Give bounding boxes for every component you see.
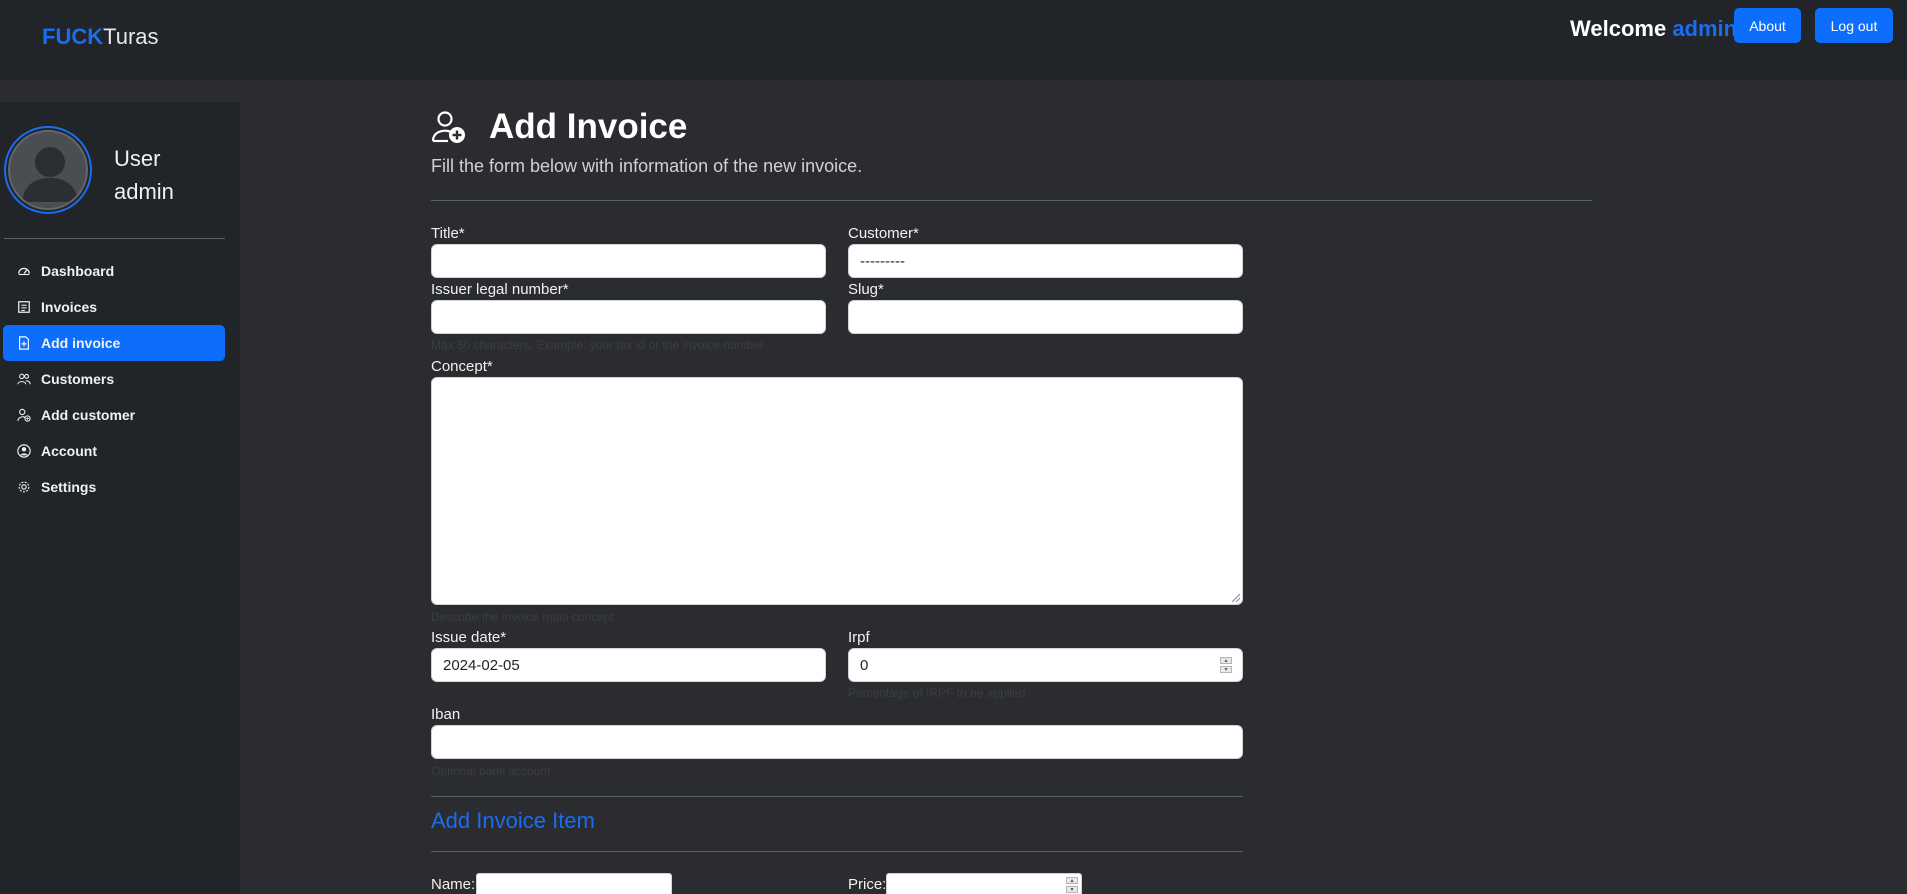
customer-select[interactable]: --------- — [848, 244, 1243, 278]
sidebar-item-label: Settings — [41, 479, 97, 495]
header-divider — [431, 200, 1592, 201]
sidebar-item-label: Add invoice — [41, 335, 121, 351]
gear-icon — [17, 480, 31, 494]
issuer-legal-number-input[interactable] — [431, 300, 826, 334]
person-add-icon — [431, 111, 465, 143]
item-price-input[interactable]: ▴ ▾ — [886, 873, 1082, 894]
sidebar-item-label: Account — [41, 443, 97, 459]
issue-date-label: Issue date* — [431, 629, 507, 646]
item-name-input[interactable] — [476, 873, 672, 894]
welcome-text: Welcome — [1570, 16, 1667, 41]
section-divider-top — [431, 796, 1243, 797]
brand-logo[interactable]: FUCKTuras — [42, 24, 159, 50]
price-spinner[interactable]: ▴ ▾ — [1066, 877, 1078, 894]
irpf-value: 0 — [860, 656, 869, 674]
user-line1: User — [114, 146, 161, 171]
brand-part1: FUCK — [42, 24, 104, 49]
invoice-item-section-title: Add Invoice Item — [431, 808, 595, 833]
iban-input[interactable] — [431, 725, 1243, 759]
about-button[interactable]: About — [1734, 8, 1801, 43]
page-subtitle: Fill the form below with information of … — [431, 156, 863, 176]
sidebar-user-name: User admin — [114, 142, 234, 208]
item-name-label: Name: — [431, 876, 476, 893]
sidebar-item-add-customer[interactable]: Add customer — [3, 397, 225, 433]
sidebar-item-label: Add customer — [41, 407, 136, 423]
customer-label: Customer* — [848, 225, 919, 242]
welcome-username: admin — [1672, 16, 1738, 41]
spinner-down-icon[interactable]: ▾ — [1220, 666, 1232, 673]
page-title: Add Invoice — [489, 107, 688, 146]
people-icon — [17, 372, 31, 386]
irpf-hint: Percentage of IRPF to be applied — [848, 686, 1026, 700]
issuer-label: Issuer legal number* — [431, 281, 569, 298]
spinner-up-icon[interactable]: ▴ — [1220, 657, 1232, 664]
person-add-icon — [17, 408, 31, 422]
sidebar-item-label: Customers — [41, 371, 115, 387]
title-input[interactable] — [431, 244, 826, 278]
slug-label: Slug* — [848, 281, 884, 298]
issue-date-input[interactable]: 2024-02-05 — [431, 648, 826, 682]
spinner-up-icon[interactable]: ▴ — [1066, 877, 1078, 884]
iban-hint: Optional bank account — [431, 764, 551, 778]
welcome-message: Welcome admin — [1570, 16, 1737, 42]
sidebar-item-label: Dashboard — [41, 263, 115, 279]
logout-button[interactable]: Log out — [1815, 8, 1893, 43]
avatar-ring — [4, 126, 92, 214]
sidebar-nav: Dashboard Invoices Add invoice Customers… — [3, 253, 225, 505]
spinner-down-icon[interactable]: ▾ — [1066, 886, 1078, 893]
sidebar-item-add-invoice[interactable]: Add invoice — [3, 325, 225, 361]
concept-hint: Describe the invoice main concept — [431, 610, 614, 624]
header-band — [0, 80, 1907, 102]
sidebar-item-invoices[interactable]: Invoices — [3, 289, 225, 325]
slug-input[interactable] — [848, 300, 1243, 334]
resize-grip-icon[interactable] — [1230, 592, 1240, 602]
irpf-label: Irpf — [848, 629, 870, 646]
irpf-spinner[interactable]: ▴ ▾ — [1220, 657, 1232, 675]
section-divider-bottom — [431, 851, 1243, 852]
sidebar-item-account[interactable]: Account — [3, 433, 225, 469]
title-label: Title* — [431, 225, 465, 242]
irpf-input[interactable]: 0 ▴ ▾ — [848, 648, 1243, 682]
iban-label: Iban — [431, 706, 461, 723]
item-price-label: Price: — [848, 876, 887, 893]
speedometer-icon — [17, 264, 31, 278]
top-navbar: FUCKTuras Welcome admin About Log out — [0, 0, 1907, 80]
sidebar: User admin Dashboard Invoices Add invoic… — [0, 102, 240, 894]
sidebar-item-dashboard[interactable]: Dashboard — [3, 253, 225, 289]
page-header: Add Invoice — [431, 102, 687, 152]
person-circle-icon — [17, 444, 31, 458]
user-line2: admin — [114, 179, 174, 204]
list-icon — [17, 300, 31, 314]
issuer-hint: Max 50 characters. Example: your tax id … — [431, 338, 764, 352]
user-silhouette-icon — [22, 147, 78, 202]
concept-textarea[interactable] — [431, 377, 1243, 605]
sidebar-divider — [4, 238, 225, 239]
avatar — [8, 130, 88, 210]
concept-label: Concept* — [431, 358, 493, 375]
sidebar-item-settings[interactable]: Settings — [3, 469, 225, 505]
sidebar-item-label: Invoices — [41, 299, 98, 315]
brand-part2: Turas — [103, 24, 159, 49]
file-plus-icon — [17, 336, 31, 350]
sidebar-item-customers[interactable]: Customers — [3, 361, 225, 397]
